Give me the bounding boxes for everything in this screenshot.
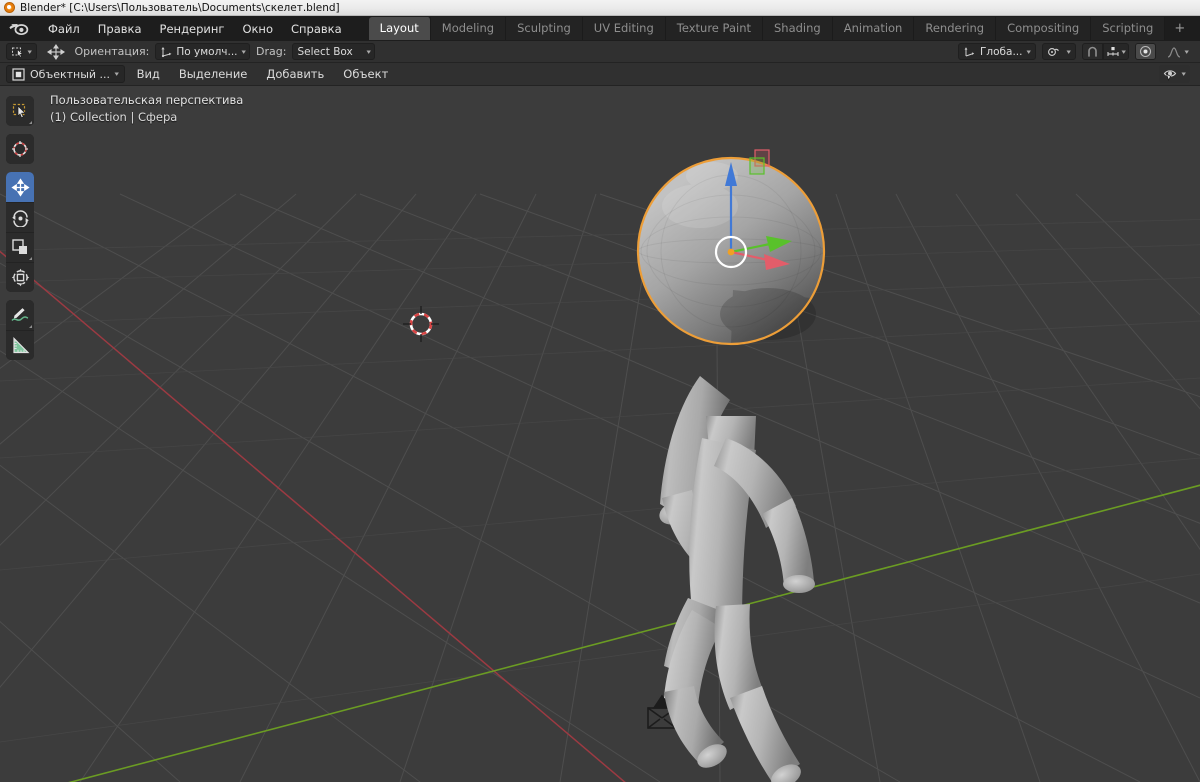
snap-magnet-toggle[interactable]	[1082, 43, 1103, 60]
snap-magnet-icon	[1088, 46, 1097, 57]
rotate-icon	[11, 210, 29, 227]
blender-logo-icon[interactable]	[8, 20, 30, 38]
object-mode-icon	[12, 67, 25, 81]
drag-value: Select Box	[297, 45, 353, 58]
tab-sculpting[interactable]: Sculpting	[506, 17, 583, 40]
pivot-point-dropdown[interactable]: ▾	[1042, 43, 1076, 60]
interaction-mode-dropdown[interactable]: Объектный ... ▾	[6, 65, 125, 83]
tab-rendering[interactable]: Rendering	[914, 17, 997, 40]
pencil-annotate-icon	[11, 307, 29, 322]
tab-modeling[interactable]: Modeling	[430, 17, 507, 40]
menu-window[interactable]: Окно	[233, 19, 282, 39]
gizmo-yz-plane-handle	[749, 157, 765, 175]
scale-icon	[11, 239, 27, 254]
menu-edit[interactable]: Правка	[89, 19, 151, 39]
tab-shading[interactable]: Shading	[763, 17, 833, 40]
origin-dot	[727, 248, 735, 256]
chevron-down-icon: ▾	[1027, 47, 1032, 56]
tab-texture-paint[interactable]: Texture Paint	[665, 17, 763, 40]
main-menu: Файл Правка Рендеринг Окно Справка	[39, 19, 351, 39]
falloff-dropdown[interactable]: ▾	[1162, 43, 1194, 60]
blender-window: Blender* [C:\Users\Пользователь\Document…	[0, 0, 1200, 782]
orientation-value: По умолч...	[176, 45, 238, 58]
tool-group-annotate	[6, 300, 34, 360]
proportional-editing-icon	[1139, 45, 1152, 58]
cursor-tool[interactable]	[6, 134, 34, 164]
workspace-tabs: Layout Modeling Sculpting UV Editing Tex…	[368, 17, 1195, 40]
menu-file[interactable]: Файл	[39, 19, 89, 39]
add-workspace-button[interactable]: +	[1165, 18, 1194, 39]
blender-logo-icon	[4, 2, 15, 13]
proportional-editing-toggle[interactable]	[1135, 43, 1156, 60]
select-box-icon	[12, 47, 24, 58]
tool-group-transform	[6, 172, 34, 292]
move-tool[interactable]	[6, 172, 34, 202]
tool-group-select	[6, 96, 34, 126]
tab-uv-editing[interactable]: UV Editing	[582, 17, 666, 40]
chevron-down-icon: ▾	[27, 47, 32, 56]
eye-visibility-icon	[1164, 69, 1177, 81]
os-title-bar: Blender* [C:\Users\Пользователь\Document…	[0, 0, 1200, 16]
tool-settings-bar: ▾ Ориентация: По умолч... ▾ Drag: Select…	[0, 41, 1200, 63]
chevron-down-icon: ▾	[366, 47, 371, 56]
tab-scripting[interactable]: Scripting	[1091, 17, 1166, 40]
chevron-down-icon: ▾	[1067, 47, 1072, 56]
tweak-select-tool[interactable]	[6, 96, 34, 126]
orientation-dropdown[interactable]: По умолч... ▾	[155, 43, 251, 60]
chevron-down-icon: ▾	[1121, 47, 1127, 56]
visibility-dropdown[interactable]: ▾	[1159, 65, 1190, 83]
viewport-scene	[0, 86, 1200, 782]
orientation-label: Ориентация:	[74, 45, 150, 58]
scale-tool[interactable]	[6, 232, 34, 262]
chevron-down-icon: ▾	[241, 47, 246, 56]
limb-cap	[783, 575, 815, 593]
3d-viewport[interactable]: Пользовательская перспектива (1) Collect…	[0, 86, 1200, 782]
transform-tool[interactable]	[6, 262, 34, 292]
orientation-axis-icon	[161, 46, 172, 57]
rotate-tool[interactable]	[6, 202, 34, 232]
active-tool-button[interactable]: ▾	[6, 43, 37, 60]
move-tool-icon-button[interactable]	[43, 43, 69, 60]
viewport-canvas[interactable]	[0, 86, 1200, 782]
snapping-group: ▾	[1082, 43, 1129, 60]
tab-layout[interactable]: Layout	[368, 17, 431, 40]
snap-increment-icon	[1107, 46, 1119, 56]
chevron-down-icon: ▾	[1182, 70, 1187, 78]
transform-orientation-value: Глоба...	[980, 45, 1023, 58]
drag-label: Drag:	[256, 45, 287, 58]
move-arrows-icon	[10, 177, 30, 197]
annotate-tool[interactable]	[6, 300, 34, 330]
viewport-menu-object[interactable]: Объект	[336, 64, 395, 84]
global-orientation-icon	[964, 46, 975, 56]
viewport-toolbar	[6, 96, 34, 360]
transform-orientation-dropdown[interactable]: Глоба... ▾	[958, 43, 1036, 60]
chevron-down-icon: ▾	[1185, 47, 1190, 56]
move-tool-icon	[46, 43, 65, 60]
viewport-header: Объектный ... ▾ Вид Выделение Добавить О…	[0, 63, 1200, 86]
ruler-measure-icon	[12, 336, 29, 353]
falloff-curve-icon	[1167, 46, 1181, 58]
cursor-3d-icon	[12, 141, 28, 157]
top-bar: Файл Правка Рендеринг Окно Справка Layou…	[0, 16, 1200, 41]
menu-help[interactable]: Справка	[282, 19, 351, 39]
viewport-menu-add[interactable]: Добавить	[259, 64, 331, 84]
viewport-menu-view[interactable]: Вид	[130, 64, 167, 84]
tab-compositing[interactable]: Compositing	[996, 17, 1092, 40]
interaction-mode-value: Объектный ...	[30, 67, 111, 81]
menu-render[interactable]: Рендеринг	[151, 19, 234, 39]
tool-group-cursor	[6, 134, 34, 164]
viewport-header-right: ▾	[1159, 65, 1194, 83]
transform-icon	[11, 268, 29, 287]
window-title: Blender* [C:\Users\Пользователь\Document…	[20, 1, 340, 14]
tab-animation[interactable]: Animation	[832, 17, 915, 40]
pivot-point-icon	[1048, 47, 1059, 56]
select-box-icon	[12, 103, 26, 119]
chevron-down-icon: ▾	[114, 70, 120, 78]
measure-tool[interactable]	[6, 330, 34, 360]
drag-dropdown[interactable]: Select Box ▾	[292, 43, 376, 60]
snap-increment-dropdown[interactable]: ▾	[1103, 43, 1129, 60]
viewport-menu-select[interactable]: Выделение	[172, 64, 255, 84]
